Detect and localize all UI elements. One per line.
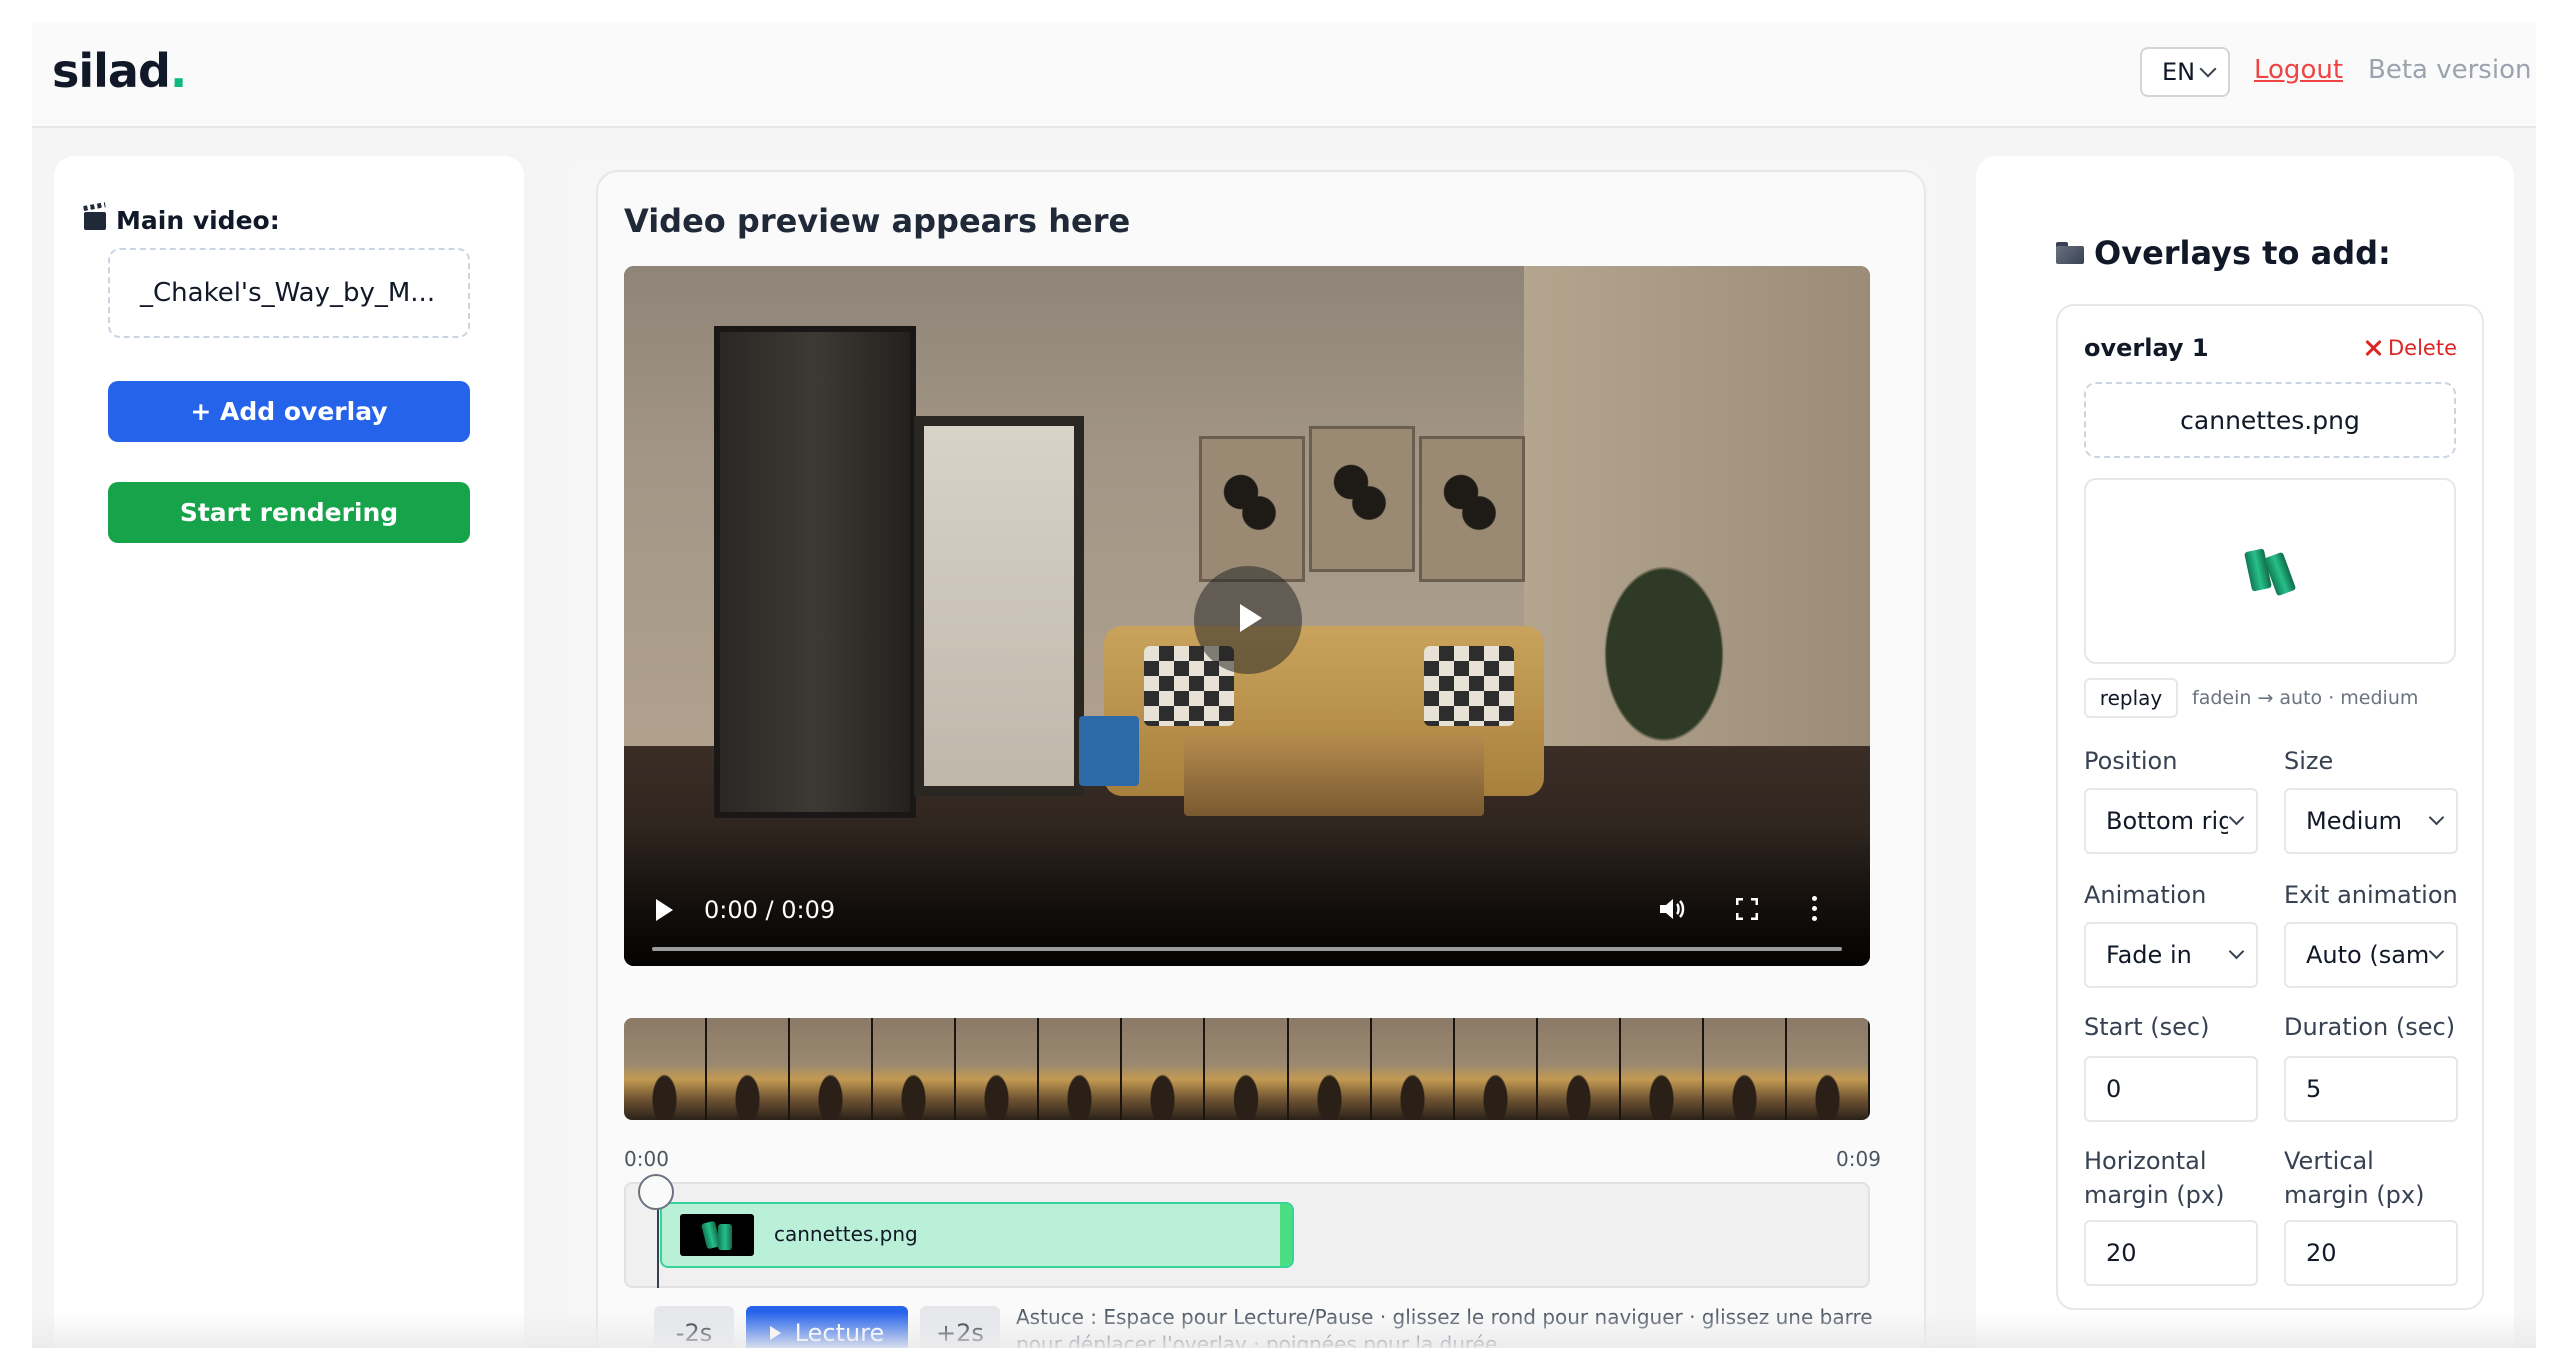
play-icon[interactable] xyxy=(656,899,673,921)
video-player[interactable]: 0:00 / 0:09 xyxy=(624,266,1870,966)
can-shape xyxy=(718,1224,732,1250)
filmstrip-frame xyxy=(1039,1018,1123,1120)
overlay-file-input[interactable]: cannettes.png xyxy=(2084,382,2456,458)
video-time: 0:00 / 0:09 xyxy=(704,896,836,924)
position-select[interactable]: Bottom right xyxy=(2084,788,2258,854)
start-rendering-button[interactable]: Start rendering xyxy=(108,482,470,543)
chevron-down-icon xyxy=(2228,943,2245,960)
filmstrip-frame xyxy=(1371,1018,1455,1120)
folder-icon xyxy=(2056,242,2084,264)
filmstrip-frame xyxy=(790,1018,874,1120)
video-frame-door-glass xyxy=(914,416,1084,796)
preview-title: Video preview appears here xyxy=(624,202,1131,240)
overlay-duration-handle[interactable] xyxy=(1280,1204,1292,1266)
top-header: silad. EN Logout Beta version xyxy=(32,22,2536,128)
filmstrip-frame xyxy=(1620,1018,1704,1120)
timeline-overlay-bar[interactable]: cannettes.png xyxy=(660,1202,1294,1268)
language-select[interactable]: EN xyxy=(2140,47,2230,97)
horizontal-margin-input[interactable]: 20 xyxy=(2084,1220,2258,1286)
video-frame-map xyxy=(1419,436,1525,582)
filmstrip-frame xyxy=(873,1018,957,1120)
logout-link[interactable]: Logout xyxy=(2254,55,2343,85)
size-select[interactable]: Medium xyxy=(2284,788,2458,854)
overlay-name: overlay 1 xyxy=(2084,334,2209,362)
filmstrip-frame xyxy=(1205,1018,1289,1120)
video-frame-map xyxy=(1199,436,1305,582)
hint-text: Astuce : Espace pour Lecture/Pause · gli… xyxy=(1016,1305,1873,1348)
video-frame-cushion xyxy=(1424,646,1514,726)
timeline-end-time: 0:09 xyxy=(1836,1147,1881,1171)
exit-animation-select[interactable]: Auto (same) xyxy=(2284,922,2458,988)
playhead-knob[interactable] xyxy=(638,1174,674,1210)
clapperboard-icon xyxy=(84,211,106,230)
overlay-preview xyxy=(2084,478,2456,664)
horizontal-margin-label: Horizontal margin (px) xyxy=(2084,1147,2225,1209)
start-label: Start (sec) xyxy=(2084,1013,2210,1041)
can-shape xyxy=(2263,551,2297,597)
filmstrip[interactable] xyxy=(624,1018,1870,1120)
video-frame-map xyxy=(1309,426,1415,572)
forward-2s-button[interactable]: +2s xyxy=(920,1306,1000,1348)
language-value: EN xyxy=(2162,58,2196,86)
volume-icon[interactable] xyxy=(1658,897,1686,921)
filmstrip-frame xyxy=(1786,1018,1870,1120)
filmstrip-frame xyxy=(1703,1018,1787,1120)
position-label: Position xyxy=(2084,747,2178,775)
filmstrip-frame xyxy=(707,1018,791,1120)
filmstrip-frame xyxy=(956,1018,1040,1120)
fullscreen-icon[interactable] xyxy=(1736,898,1758,920)
filmstrip-frame xyxy=(1122,1018,1206,1120)
video-progress-bar[interactable] xyxy=(652,947,1842,951)
animation-select[interactable]: Fade in xyxy=(2084,922,2258,988)
chevron-down-icon xyxy=(2199,60,2217,78)
rewind-2s-button[interactable]: -2s xyxy=(654,1306,734,1348)
filmstrip-frame xyxy=(1288,1018,1372,1120)
close-icon xyxy=(2364,339,2382,357)
more-options-icon[interactable] xyxy=(1812,896,1818,922)
video-frame-door xyxy=(714,326,916,818)
chevron-down-icon xyxy=(2428,809,2445,826)
overlay-thumbnail xyxy=(680,1214,754,1256)
duration-input[interactable]: 5 xyxy=(2284,1056,2458,1122)
start-input[interactable]: 0 xyxy=(2084,1056,2258,1122)
chevron-down-icon xyxy=(2228,809,2245,826)
size-label: Size xyxy=(2284,747,2334,775)
big-play-icon[interactable] xyxy=(1194,566,1302,674)
delete-overlay-button[interactable]: Delete xyxy=(2364,336,2457,360)
overlay-bar-label: cannettes.png xyxy=(774,1222,918,1246)
replay-button[interactable]: replay xyxy=(2084,678,2178,718)
video-frame-stool xyxy=(1079,716,1139,786)
chevron-down-icon xyxy=(2428,943,2445,960)
animation-info: fadein → auto · medium xyxy=(2192,687,2419,709)
exit-animation-label: Exit animation xyxy=(2284,881,2458,909)
add-overlay-button[interactable]: + Add overlay xyxy=(108,381,470,442)
logo[interactable]: silad. xyxy=(52,44,187,98)
main-video-file-input[interactable]: _Chakel's_Way_by_M... xyxy=(108,248,470,338)
video-frame-plant xyxy=(1574,566,1754,786)
app-window: silad. EN Logout Beta version Main video… xyxy=(32,22,2536,1348)
beta-badge: Beta version xyxy=(2368,55,2532,85)
animation-label: Animation xyxy=(2084,881,2207,909)
filmstrip-frame xyxy=(1537,1018,1621,1120)
timeline-start-time: 0:00 xyxy=(624,1147,669,1171)
duration-label: Duration (sec) xyxy=(2284,1013,2456,1041)
overlays-title: Overlays to add: xyxy=(2056,234,2391,272)
video-frame-table xyxy=(1184,736,1484,816)
filmstrip-frame xyxy=(624,1018,708,1120)
play-button[interactable]: Lecture xyxy=(746,1306,908,1348)
play-icon xyxy=(769,1326,781,1340)
vertical-margin-label: Vertical margin (px) xyxy=(2284,1147,2425,1209)
filmstrip-frame xyxy=(1454,1018,1538,1120)
main-video-label: Main video: xyxy=(84,206,280,235)
vertical-margin-input[interactable]: 20 xyxy=(2284,1220,2458,1286)
